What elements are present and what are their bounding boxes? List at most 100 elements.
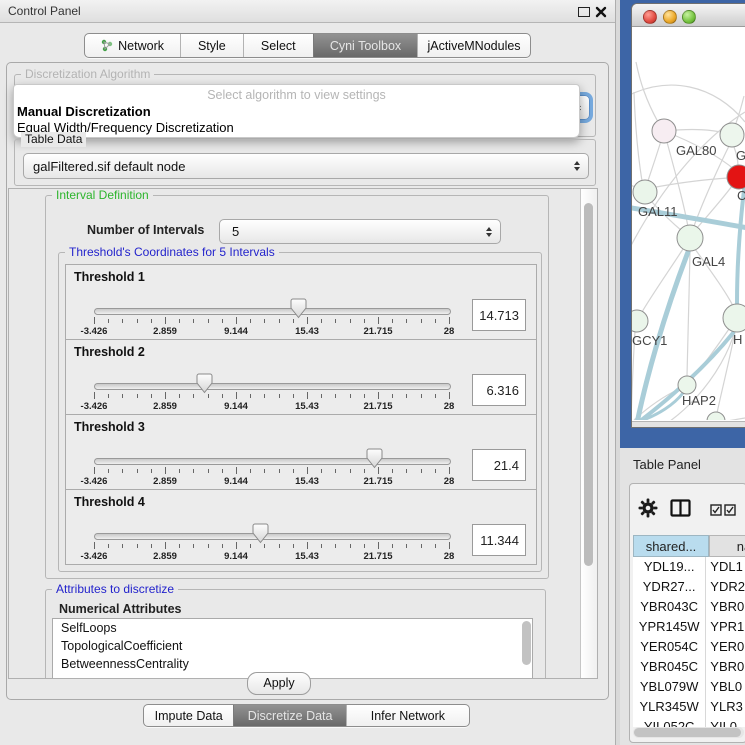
tab-network[interactable]: Network <box>85 34 180 57</box>
numerical-attributes-list[interactable]: SelfLoops TopologicalCoefficient Between… <box>52 618 533 679</box>
cell-name[interactable]: YBR0 <box>706 657 745 677</box>
close-icon[interactable] <box>595 5 607 23</box>
split-view-icon[interactable] <box>670 499 691 522</box>
network-node[interactable] <box>720 123 744 147</box>
table-row[interactable]: YER054CYER0 <box>633 637 745 657</box>
network-node[interactable] <box>723 304 745 332</box>
tab-style[interactable]: Style <box>180 34 242 57</box>
network-edge[interactable] <box>634 92 642 181</box>
table-horizontal-scrollbar[interactable] <box>633 727 744 738</box>
slider-handle[interactable] <box>196 373 213 394</box>
cell-name[interactable]: YDL1 <box>706 557 745 577</box>
threshold-2-value-field[interactable]: 6.316 <box>472 374 526 406</box>
float-window-icon[interactable] <box>578 7 590 17</box>
column-header-shared-name[interactable]: shared... <box>633 535 709 557</box>
threshold-1-value-field[interactable]: 14.713 <box>472 299 526 331</box>
cell-name[interactable]: YIL0 <box>706 717 745 727</box>
network-node[interactable] <box>652 119 676 143</box>
network-window-titlebar[interactable] <box>632 4 745 27</box>
cell-shared-name[interactable]: YBR043C <box>633 597 706 617</box>
slider-scale-label: -3.426 <box>72 401 116 412</box>
network-canvas[interactable]: GAL80GACGAL11GAL4GCY1HHAP2 <box>632 26 745 420</box>
traffic-light-minimize-icon[interactable] <box>663 10 677 24</box>
table-row[interactable]: YLR345WYLR3 <box>633 697 745 717</box>
cell-shared-name[interactable]: YDR27... <box>633 577 706 597</box>
list-item[interactable]: SelfLoops <box>53 619 532 637</box>
slider-scale-label: 2.859 <box>143 476 187 487</box>
tab-impute-data[interactable]: Impute Data <box>144 705 233 726</box>
cyni-toolbox-panel: Discretization Algorithm Select algorith… <box>6 62 609 700</box>
table-row[interactable]: YBL079WYBL0 <box>633 677 745 697</box>
bottom-tab-strip: Impute Data Discretize Data Infer Networ… <box>143 704 470 727</box>
cell-shared-name[interactable]: YDL19... <box>633 557 706 577</box>
cell-shared-name[interactable]: YLR345W <box>633 697 706 717</box>
traffic-light-close-icon[interactable] <box>643 10 657 24</box>
table-row[interactable]: YDL19...YDL1 <box>633 557 745 577</box>
table-row[interactable]: YPR145WYPR1 <box>633 617 745 637</box>
table-data-group-title: Table Data <box>21 132 86 147</box>
slider-handle[interactable] <box>252 523 269 544</box>
threshold-4-slider[interactable]: -3.4262.8599.14415.4321.71528 <box>66 490 536 564</box>
table-settings-gear-icon[interactable] <box>638 498 658 523</box>
viewport-scrollbar[interactable] <box>580 189 597 678</box>
network-node[interactable] <box>677 225 703 251</box>
checkbox-icon[interactable] <box>724 503 736 521</box>
cell-name[interactable]: YPR1 <box>706 617 745 637</box>
table-row[interactable]: YDR27...YDR2 <box>633 577 745 597</box>
tab-jactivemnodules[interactable]: jActiveMNodules <box>417 34 530 57</box>
cell-shared-name[interactable]: YPR145W <box>633 617 706 637</box>
checkbox-icon[interactable] <box>710 503 722 521</box>
list-scrollbar[interactable] <box>522 621 531 665</box>
cell-shared-name[interactable]: YBR045C <box>633 657 706 677</box>
threshold-1-slider[interactable]: -3.4262.8599.14415.4321.71528 <box>66 265 536 339</box>
slider-handle[interactable] <box>366 448 383 469</box>
list-item[interactable]: TopologicalCoefficient <box>53 637 532 655</box>
traffic-light-zoom-icon[interactable] <box>682 10 696 24</box>
table-body[interactable]: YDL19...YDL1YDR27...YDR2YBR043CYBR0YPR14… <box>633 557 745 727</box>
cell-name[interactable]: YLR3 <box>706 697 745 717</box>
cell-shared-name[interactable]: YIL052C <box>633 717 706 727</box>
table-data-combo[interactable]: galFiltered.sif default node <box>23 153 589 179</box>
apply-button[interactable]: Apply <box>247 672 311 695</box>
cell-shared-name[interactable]: YER054C <box>633 637 706 657</box>
network-node[interactable] <box>707 412 725 420</box>
network-edge[interactable] <box>636 62 658 122</box>
slider-tick <box>364 319 365 323</box>
table-row[interactable]: YIL052CYIL0 <box>633 717 745 727</box>
column-header-name[interactable]: na <box>709 535 745 557</box>
algorithm-dropdown-popup: Select algorithm to view settings Manual… <box>13 84 580 138</box>
table-row[interactable]: YBR045CYBR0 <box>633 657 745 677</box>
network-edge-highlighted[interactable] <box>737 190 744 303</box>
threshold-3-value-field[interactable]: 21.4 <box>472 449 526 481</box>
slider-tick <box>108 319 109 323</box>
tab-select[interactable]: Select <box>243 34 313 57</box>
slider-tick <box>364 544 365 548</box>
tab-discretize-data[interactable]: Discretize Data <box>233 705 345 726</box>
cell-shared-name[interactable]: YBL079W <box>633 677 706 697</box>
cell-name[interactable]: YBL0 <box>706 677 745 697</box>
cell-name[interactable]: YBR0 <box>706 597 745 617</box>
network-edge[interactable] <box>656 178 728 187</box>
network-node[interactable] <box>727 165 745 189</box>
threshold-4-value-field[interactable]: 11.344 <box>472 524 526 556</box>
tab-cyni-toolbox[interactable]: Cyni Toolbox <box>313 34 417 57</box>
network-node[interactable] <box>632 310 648 332</box>
network-node[interactable] <box>633 180 657 204</box>
popup-item-manual-discretization[interactable]: Manual Discretization <box>17 104 151 119</box>
cell-name[interactable]: YER0 <box>706 637 745 657</box>
threshold-2-box: Threshold 2 -3.4262.8599.14415.4321.7152… <box>65 339 537 415</box>
network-edge[interactable] <box>687 251 690 376</box>
network-node[interactable] <box>678 376 696 394</box>
tab-infer-network[interactable]: Infer Network <box>346 705 469 726</box>
cell-name[interactable]: YDR2 <box>706 577 745 597</box>
number-of-intervals-combo[interactable]: 5 <box>219 219 501 244</box>
table-row[interactable]: YBR043CYBR0 <box>633 597 745 617</box>
slider-tick <box>122 469 123 473</box>
list-item[interactable]: BetweennessCentrality <box>53 655 532 673</box>
threshold-2-slider[interactable]: -3.4262.8599.14415.4321.71528 <box>66 340 536 414</box>
scrollbar-thumb[interactable] <box>634 728 741 737</box>
slider-handle[interactable] <box>290 298 307 319</box>
scrollbar-thumb[interactable] <box>584 203 593 566</box>
number-of-intervals-value: 5 <box>232 220 478 243</box>
threshold-3-slider[interactable]: -3.4262.8599.14415.4321.71528 <box>66 415 536 489</box>
